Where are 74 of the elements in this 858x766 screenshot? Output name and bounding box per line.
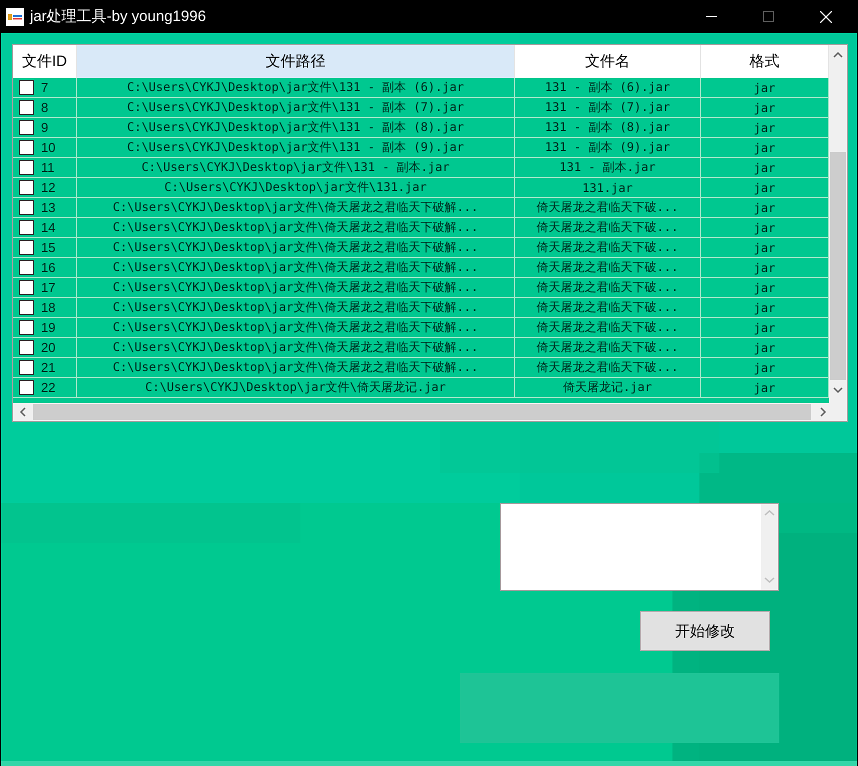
checkbox[interactable] — [19, 80, 34, 95]
table-cell: 倚天屠龙之君临天下破... — [515, 218, 701, 237]
maximize-icon[interactable] — [763, 11, 774, 22]
checkbox[interactable] — [19, 200, 34, 215]
checkbox[interactable] — [19, 140, 34, 155]
file-id: 11 — [41, 160, 54, 175]
file-id: 9 — [41, 120, 48, 135]
column-header[interactable]: 文件路径 — [77, 45, 515, 78]
table-cell: 倚天屠龙之君临天下破... — [515, 298, 701, 317]
checkbox[interactable] — [19, 340, 34, 355]
table-cell: 131 - 副本 (8).jar — [515, 118, 701, 137]
table-cell: 倚天屠龙之君临天下破... — [515, 338, 701, 357]
table-cell: 131 - 副本 (7).jar — [515, 98, 701, 117]
window-title: jar处理工具-by young1996 — [30, 7, 207, 26]
file-id: 14 — [41, 220, 56, 235]
table-cell: C:\Users\CYKJ\Desktop\jar文件\倚天屠龙记.jar — [77, 378, 515, 397]
table-cell: C:\Users\CYKJ\Desktop\jar文件\倚天屠龙之君临天下破解... — [77, 218, 515, 237]
file-id: 22 — [41, 380, 56, 395]
file-id: 19 — [41, 320, 56, 335]
table-cell: C:\Users\CYKJ\Desktop\jar文件\倚天屠龙之君临天下破解... — [77, 238, 515, 257]
text-area-scrollbar[interactable] — [761, 504, 778, 590]
checkbox[interactable] — [19, 280, 34, 295]
table-cell: 倚天屠龙之君临天下破... — [515, 258, 701, 277]
file-id: 7 — [41, 80, 48, 95]
table-cell: 131 - 副本 (9).jar — [515, 138, 701, 157]
file-id: 16 — [41, 260, 56, 275]
checkbox[interactable] — [19, 360, 34, 375]
table-cell: 131 - 副本.jar — [515, 158, 701, 177]
checkbox[interactable] — [19, 160, 34, 175]
table-cell: C:\Users\CYKJ\Desktop\jar文件\倚天屠龙之君临天下破解... — [77, 358, 515, 377]
start-button[interactable]: 开始修改 — [640, 611, 770, 651]
file-id: 20 — [41, 340, 56, 355]
table-cell: 倚天屠龙之君临天下破... — [515, 238, 701, 257]
table-cell: 倚天屠龙之君临天下破... — [515, 198, 701, 217]
table-cell: 131 - 副本 (6).jar — [515, 78, 701, 97]
file-id: 15 — [41, 240, 56, 255]
vertical-scrollbar[interactable] — [829, 45, 847, 403]
checkbox[interactable] — [19, 300, 34, 315]
app-icon — [6, 8, 24, 26]
checkbox[interactable] — [19, 100, 34, 115]
checkbox[interactable] — [19, 220, 34, 235]
checkbox[interactable] — [19, 240, 34, 255]
table-cell: 倚天屠龙之君临天下破... — [515, 278, 701, 297]
file-id: 18 — [41, 300, 56, 315]
table-cell: 倚天屠龙之君临天下破... — [515, 318, 701, 337]
table-cell: C:\Users\CYKJ\Desktop\jar文件\131 - 副本 (6).jar — [77, 78, 515, 97]
file-id: 8 — [41, 100, 48, 115]
checkbox[interactable] — [19, 260, 34, 275]
file-id: 13 — [41, 200, 56, 215]
table-cell: 131.jar — [515, 178, 701, 197]
table-cell: C:\Users\CYKJ\Desktop\jar文件\倚天屠龙之君临天下破解... — [77, 198, 515, 217]
table-cell: 倚天屠龙记.jar — [515, 378, 701, 397]
horizontal-scrollbar[interactable] — [13, 403, 847, 421]
file-id: 12 — [41, 180, 56, 195]
table-cell: C:\Users\CYKJ\Desktop\jar文件\131 - 副本 (9).jar — [77, 138, 515, 157]
checkbox[interactable] — [19, 380, 34, 395]
file-id: 17 — [41, 280, 56, 295]
checkbox[interactable] — [19, 320, 34, 335]
checkbox[interactable] — [19, 180, 34, 195]
table-cell: C:\Users\CYKJ\Desktop\jar文件\131 - 副本.jar — [77, 158, 515, 177]
table-cell: C:\Users\CYKJ\Desktop\jar文件\倚天屠龙之君临天下破解... — [77, 338, 515, 357]
file-id: 21 — [41, 360, 56, 375]
table-cell: C:\Users\CYKJ\Desktop\jar文件\倚天屠龙之君临天下破解... — [77, 298, 515, 317]
file-id: 10 — [41, 140, 56, 155]
table-cell: C:\Users\CYKJ\Desktop\jar文件\131 - 副本 (7).jar — [77, 98, 515, 117]
table-cell: C:\Users\CYKJ\Desktop\jar文件\131.jar — [77, 178, 515, 197]
table-cell: 倚天屠龙之君临天下破... — [515, 358, 701, 377]
table-cell: C:\Users\CYKJ\Desktop\jar文件\131 - 副本 (8).jar — [77, 118, 515, 137]
log-text-area[interactable] — [500, 503, 779, 591]
close-icon[interactable] — [820, 10, 832, 22]
table-cell: C:\Users\CYKJ\Desktop\jar文件\倚天屠龙之君临天下破解... — [77, 278, 515, 297]
checkbox[interactable] — [19, 120, 34, 135]
table-cell: C:\Users\CYKJ\Desktop\jar文件\倚天屠龙之君临天下破解... — [77, 318, 515, 337]
table-cell: C:\Users\CYKJ\Desktop\jar文件\倚天屠龙之君临天下破解... — [77, 258, 515, 277]
